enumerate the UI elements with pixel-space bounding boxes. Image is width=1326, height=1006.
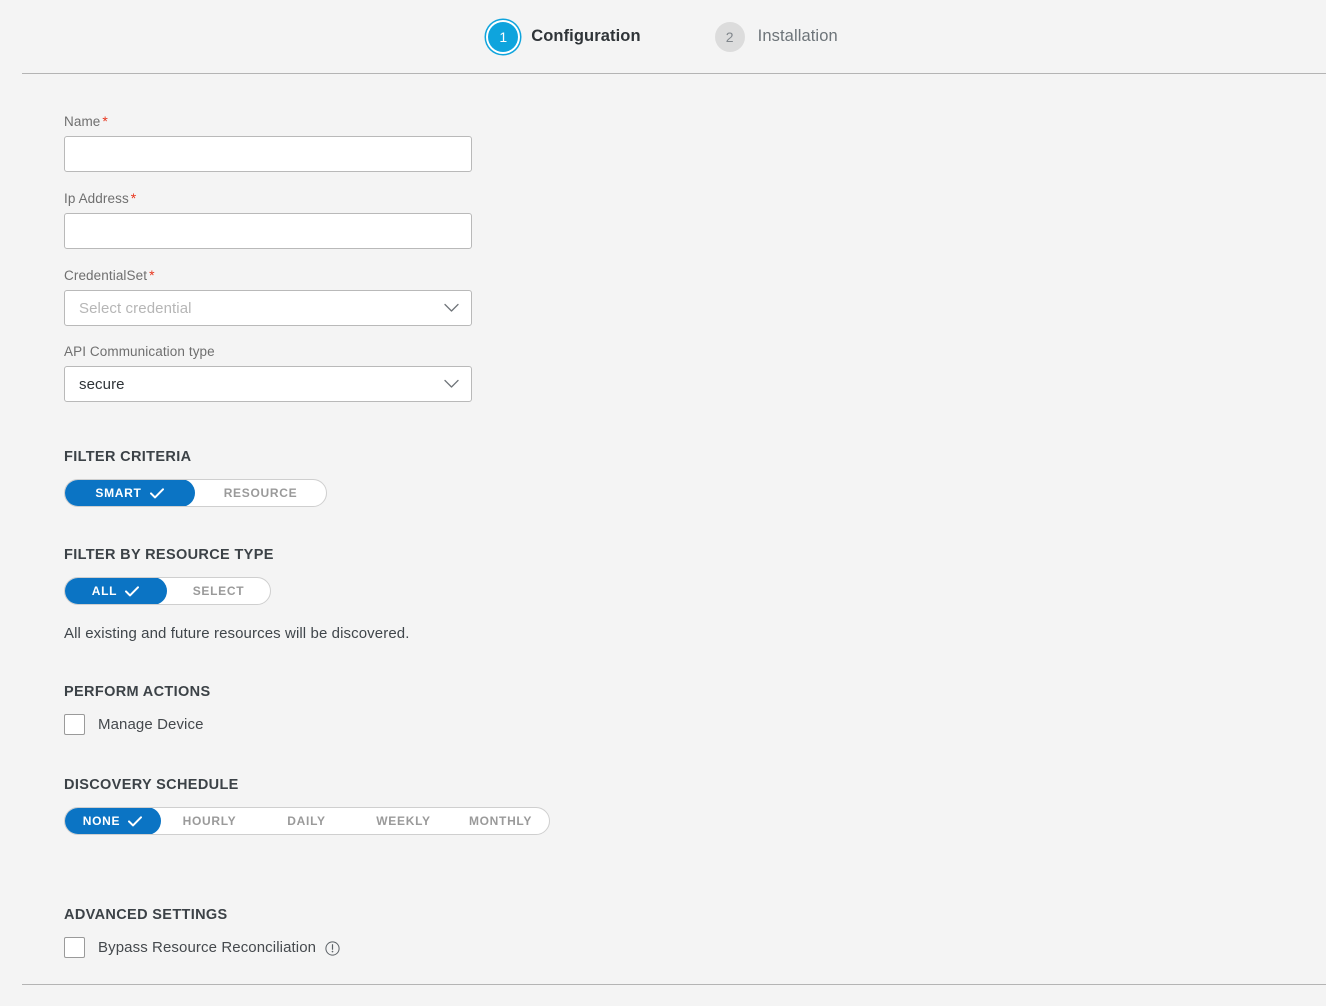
filter-criteria-toggle-group: SMART RESOURCE <box>64 479 327 507</box>
check-icon <box>125 585 140 597</box>
section-title-discovery-schedule: DISCOVERY SCHEDULE <box>64 777 239 793</box>
field-name: Name * <box>64 113 1326 172</box>
bypass-resource-reconciliation-text: Bypass Resource Reconciliation <box>98 939 317 956</box>
label-name-text: Name <box>64 114 101 129</box>
required-asterisk-credential-set: * <box>149 267 155 283</box>
filter-by-resource-type-toggle-group: ALL SELECT <box>64 577 271 605</box>
section-title-perform-actions: PERFORM ACTIONS <box>64 684 211 700</box>
resource-type-option-select-label: SELECT <box>192 584 245 598</box>
footer-divider <box>22 984 1326 985</box>
discovery-schedule-option-monthly[interactable]: MONTHLY <box>452 808 549 834</box>
label-ip-address: Ip Address * <box>64 190 1326 206</box>
filter-criteria-option-smart-label: SMART <box>95 486 142 500</box>
label-api-communication-type: API Communication type <box>64 344 215 359</box>
header-divider <box>22 73 1326 74</box>
step-label-configuration: Configuration <box>531 27 641 45</box>
wizard-step-header: 1 Configuration 2 Installation <box>0 0 1326 73</box>
wizard-step-configuration[interactable]: 1 Configuration <box>488 21 641 52</box>
step-label-installation: Installation <box>757 27 838 45</box>
discovery-schedule-option-daily-label: DAILY <box>287 814 326 828</box>
section-title-advanced-settings: ADVANCED SETTINGS <box>64 907 228 923</box>
field-credential-set: CredentialSet * Select credential <box>64 267 1326 326</box>
check-icon <box>149 487 164 499</box>
manage-device-label: Manage Device <box>98 716 204 733</box>
api-communication-type-select[interactable]: secure <box>64 366 472 402</box>
label-credential-set-text: CredentialSet <box>64 268 148 283</box>
step-badge-2: 2 <box>714 21 745 52</box>
ip-address-input[interactable] <box>64 213 472 249</box>
credential-set-select[interactable]: Select credential <box>64 290 472 326</box>
bypass-resource-reconciliation-checkbox[interactable] <box>64 937 85 958</box>
discovery-schedule-option-hourly-label: HOURLY <box>182 814 237 828</box>
section-title-filter-criteria: FILTER CRITERIA <box>64 449 192 465</box>
name-input[interactable] <box>64 136 472 172</box>
discovery-schedule-option-monthly-label: MONTHLY <box>468 814 533 828</box>
resource-type-helper-text: All existing and future resources will b… <box>64 625 410 642</box>
credential-set-select-wrapper: Select credential <box>64 290 472 326</box>
required-asterisk-name: * <box>102 113 108 129</box>
api-communication-type-select-wrapper: secure <box>64 366 472 402</box>
field-api-communication-type: API Communication type secure <box>64 344 1326 402</box>
step-badge-1: 1 <box>488 21 519 52</box>
resource-type-option-select[interactable]: SELECT <box>167 578 270 604</box>
bypass-resource-reconciliation-label: Bypass Resource Reconciliation <box>98 939 340 956</box>
section-title-filter-by-resource-type: FILTER BY RESOURCE TYPE <box>64 547 274 563</box>
check-icon <box>128 815 143 827</box>
discovery-schedule-option-hourly[interactable]: HOURLY <box>161 808 258 834</box>
discovery-schedule-option-none-label: NONE <box>82 814 121 828</box>
discovery-schedule-option-none[interactable]: NONE <box>65 808 161 834</box>
field-ip-address: Ip Address * <box>64 190 1326 249</box>
configuration-form: Name * Ip Address * CredentialSet * Select … <box>0 73 1326 958</box>
discovery-schedule-option-daily[interactable]: DAILY <box>258 808 355 834</box>
advanced-settings-row-bypass-reconciliation: Bypass Resource Reconciliation <box>64 937 1326 958</box>
wizard-step-installation[interactable]: 2 Installation <box>714 21 838 52</box>
filter-criteria-option-resource[interactable]: RESOURCE <box>195 480 326 506</box>
filter-criteria-option-resource-label: RESOURCE <box>223 486 298 500</box>
required-asterisk-ip-address: * <box>130 190 137 206</box>
discovery-schedule-toggle-group: NONE HOURLY DAILY WEEKLY MONTHLY <box>64 807 550 835</box>
label-ip-address-text: Ip Address <box>64 191 129 206</box>
label-name: Name * <box>64 113 1326 129</box>
perform-actions-row-manage-device: Manage Device <box>64 714 1326 735</box>
manage-device-checkbox[interactable] <box>64 714 85 735</box>
resource-type-option-all-label: ALL <box>91 584 118 598</box>
filter-criteria-option-smart[interactable]: SMART <box>65 480 195 506</box>
label-credential-set: CredentialSet * <box>64 267 1326 283</box>
discovery-schedule-option-weekly[interactable]: WEEKLY <box>355 808 452 834</box>
resource-type-option-all[interactable]: ALL <box>65 578 167 604</box>
discovery-schedule-option-weekly-label: WEEKLY <box>376 814 431 828</box>
info-exclamation-icon[interactable] <box>325 940 340 956</box>
